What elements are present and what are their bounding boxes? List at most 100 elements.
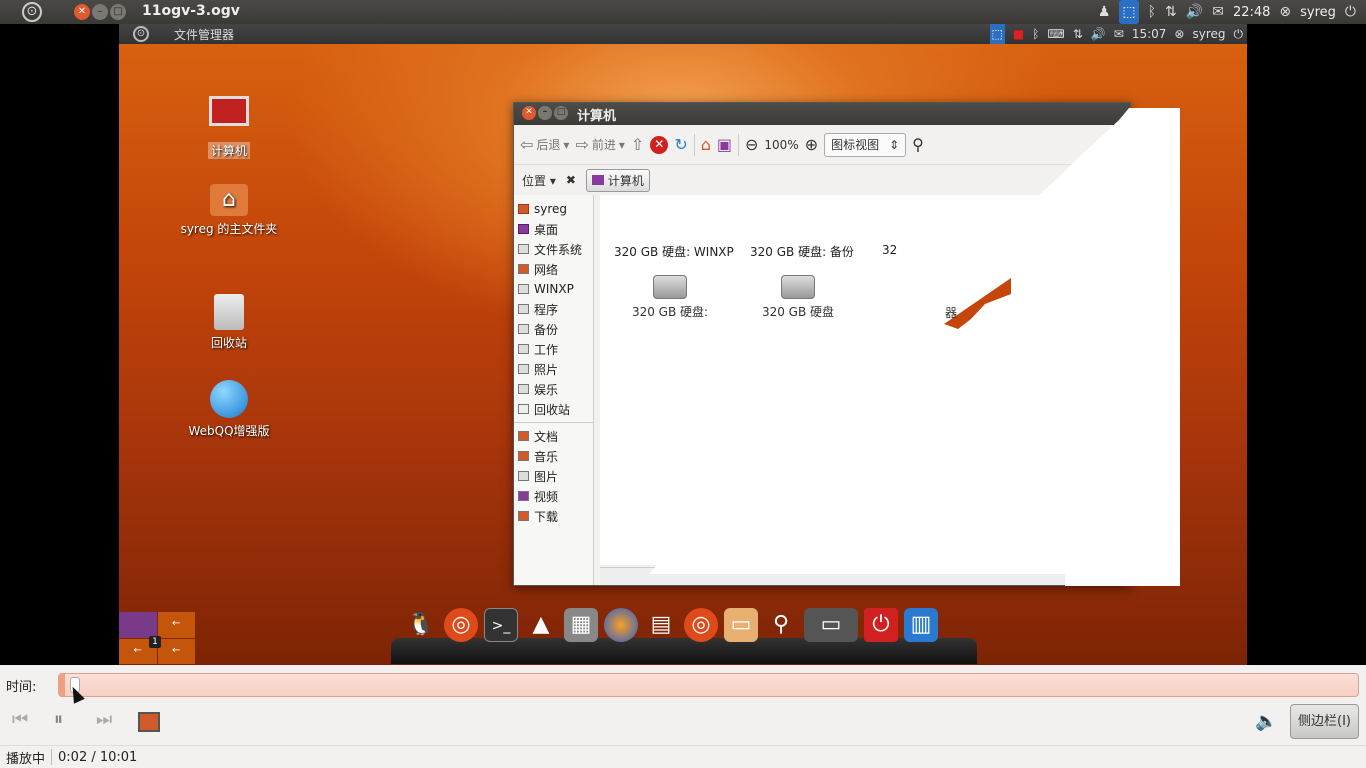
- fm-minimize-button: –: [538, 106, 552, 120]
- network-icon[interactable]: ⇅: [1165, 0, 1177, 24]
- drive-label: 320 GB 硬盘: [761, 305, 835, 319]
- desktop-small-icon: [518, 224, 529, 234]
- dropdown-icon: ▾: [618, 137, 625, 152]
- search-tool-icon: ⚲: [772, 612, 790, 637]
- fm-maximize-button: □: [554, 106, 568, 120]
- video-system-tray: ⬚ ■ ᛒ ⌨ ⇅ 🔊 ✉ 15:07 ⊗ syreg ⏻: [989, 24, 1244, 44]
- updown-icon: ⇕: [889, 137, 900, 152]
- fm-content: 320 GB 硬盘: WINXP 320 GB 硬盘: 备份 32 320 GB…: [600, 195, 1130, 565]
- mail-icon[interactable]: ✉: [1212, 0, 1224, 24]
- sidebar-item: 桌面: [514, 219, 593, 239]
- desktop-icon-label: 回收站: [210, 336, 247, 350]
- sidebar-item-label: 文档: [534, 429, 559, 444]
- window-close-button[interactable]: ✕: [74, 4, 90, 20]
- sidebar-item: 下载: [514, 506, 593, 526]
- sidebar-separator: [514, 422, 593, 423]
- fm-back-label: 后退: [536, 138, 561, 152]
- workspace-switcher: ← ← ← 1: [119, 612, 195, 664]
- view-mode-label: 图标视图: [831, 138, 880, 152]
- sidebar-item-label: 下载: [534, 509, 559, 524]
- sidebar-item-label: 工作: [534, 342, 559, 357]
- downloads-small-icon: [518, 511, 529, 521]
- sidebar-item-label: 文件系统: [534, 242, 583, 257]
- drive-small-icon: [518, 344, 529, 354]
- shutdown-icon: ⏻: [864, 608, 898, 642]
- trash-dock-icon: ▥: [904, 608, 938, 642]
- volume-tray-icon[interactable]: 🔊: [1186, 0, 1203, 24]
- window-maximize-button[interactable]: □: [110, 4, 126, 20]
- zoom-in-icon: ⊕: [804, 135, 819, 154]
- trash-icon: [214, 294, 244, 330]
- sidebar-item: 回收站: [514, 399, 593, 419]
- home-folder-icon: ⌂: [210, 184, 248, 216]
- playback-state: 播放中: [6, 751, 46, 767]
- drive-small-icon: [518, 324, 529, 334]
- sidebar-item-label: 照片: [534, 362, 559, 377]
- sidebar-item-label: 娱乐: [534, 382, 559, 397]
- bluetooth-icon[interactable]: ᛒ: [1148, 0, 1156, 24]
- stop-icon: ✕: [650, 135, 669, 154]
- archive-icon: ▤: [650, 612, 672, 637]
- sidebar-item: syreg: [514, 199, 593, 219]
- sidebar-item-label: 音乐: [534, 449, 559, 464]
- close-sidebar-icon: ✖: [565, 173, 576, 187]
- workspace-dock-icon: ▭: [804, 608, 858, 642]
- back-arrow-icon: ⇦: [520, 135, 534, 154]
- breadcrumb: 计算机: [585, 168, 650, 192]
- drive-label: 320 GB 硬盘:: [631, 305, 709, 319]
- drive-small-icon: [518, 364, 529, 374]
- video-power-icon: ⏻: [1233, 27, 1244, 41]
- dock: 🐧 ◎ >_ ▲ ▦ ▤ ◎ ▭ ⚲ ▭ ⏻ ▥: [404, 608, 938, 642]
- desktop-icon-computer: 计算机: [169, 96, 289, 159]
- file-manager-window: ✕ – □ 计算机 ⇦ 后退 ▾ ⇨ 前进 ▾ ⇧ ✕ ↻ ⌂ ▣ ⊖ 100% ⊕ 图…: [513, 102, 1131, 586]
- clock[interactable]: 22:48: [1233, 5, 1270, 20]
- zoom-level: 100%: [764, 137, 799, 152]
- time-label: 时间:: [6, 680, 37, 695]
- forward-arrow-icon: ⇨: [575, 135, 589, 154]
- video-mail-icon: ✉: [1113, 27, 1124, 41]
- dropdown-icon: ▾: [563, 137, 570, 152]
- video-indicator-icon: ⬚: [989, 24, 1005, 44]
- sidebar-toggle-button[interactable]: 侧边栏(I): [1290, 704, 1359, 739]
- sidebar-item: 音乐: [514, 446, 593, 466]
- sidebar-item-label: 视频: [534, 489, 559, 504]
- ubuntu-logo-icon[interactable]: ⊙: [22, 2, 42, 22]
- drive-item: 320 GB 硬盘:: [620, 275, 720, 320]
- fm-sidebar: syreg 桌面 文件系统 网络 WINXP 程序 备份 工作 照片 娱乐 回收…: [514, 195, 594, 585]
- webqq-icon: [210, 380, 248, 418]
- window-minimize-button[interactable]: –: [92, 4, 108, 20]
- fullscreen-button[interactable]: [138, 712, 160, 732]
- sidebar-item: 工作: [514, 339, 593, 359]
- sidebar-item: 备份: [514, 319, 593, 339]
- drive-label: 320 GB 硬盘: WINXP: [614, 245, 734, 259]
- previous-button[interactable]: ⏮: [12, 709, 28, 730]
- drive-small-icon: [518, 304, 529, 314]
- video-top-panel: ⊙ 文件管理器 ⬚ ■ ᛒ ⌨ ⇅ 🔊 ✉ 15:07 ⊗ syreg ⏻: [119, 24, 1247, 44]
- sidebar-item-label: 网络: [534, 262, 559, 277]
- video-display[interactable]: ⊙ 文件管理器 ⬚ ■ ᛒ ⌨ ⇅ 🔊 ✉ 15:07 ⊗ syreg ⏻ 计算…: [119, 24, 1247, 665]
- fm-forward-label: 前进: [591, 138, 616, 152]
- power-icon[interactable]: ⏻: [1345, 0, 1356, 24]
- sidebar-item-label: 回收站: [534, 402, 571, 417]
- fm-statusbar: [600, 567, 1130, 585]
- workspace-number: 1: [149, 636, 161, 648]
- fm-forward-button: ⇨ 前进 ▾: [575, 135, 624, 154]
- seek-bar[interactable]: [58, 673, 1359, 697]
- next-button[interactable]: ⏭: [96, 709, 112, 730]
- drive-label: 320 GB 硬盘: 备份: [750, 245, 854, 259]
- indicator-tray-icon[interactable]: ⬚: [1119, 0, 1139, 24]
- music-small-icon: [518, 451, 529, 461]
- video-panel-title: 文件管理器: [174, 28, 235, 42]
- desktop-icon-label: WebQQ增强版: [188, 424, 270, 438]
- desktop-icon-webqq: WebQQ增强版: [169, 380, 289, 439]
- sidebar-item: WINXP: [514, 279, 593, 299]
- video-keyboard-icon: ⌨: [1047, 27, 1065, 41]
- qq-tray-icon[interactable]: ♟: [1098, 0, 1111, 24]
- fm-toolbar: ⇦ 后退 ▾ ⇨ 前进 ▾ ⇧ ✕ ↻ ⌂ ▣ ⊖ 100% ⊕ 图标视图 ⇕ ⚲: [514, 125, 1130, 165]
- search-icon: ⚲: [912, 135, 924, 154]
- fm-titlebar: ✕ – □ 计算机: [514, 103, 1130, 125]
- volume-button[interactable]: 🔈: [1255, 711, 1277, 732]
- pause-button[interactable]: ⏸: [54, 709, 63, 730]
- user-name[interactable]: syreg: [1300, 5, 1336, 20]
- ubuntu-one-icon: ◎: [684, 608, 718, 642]
